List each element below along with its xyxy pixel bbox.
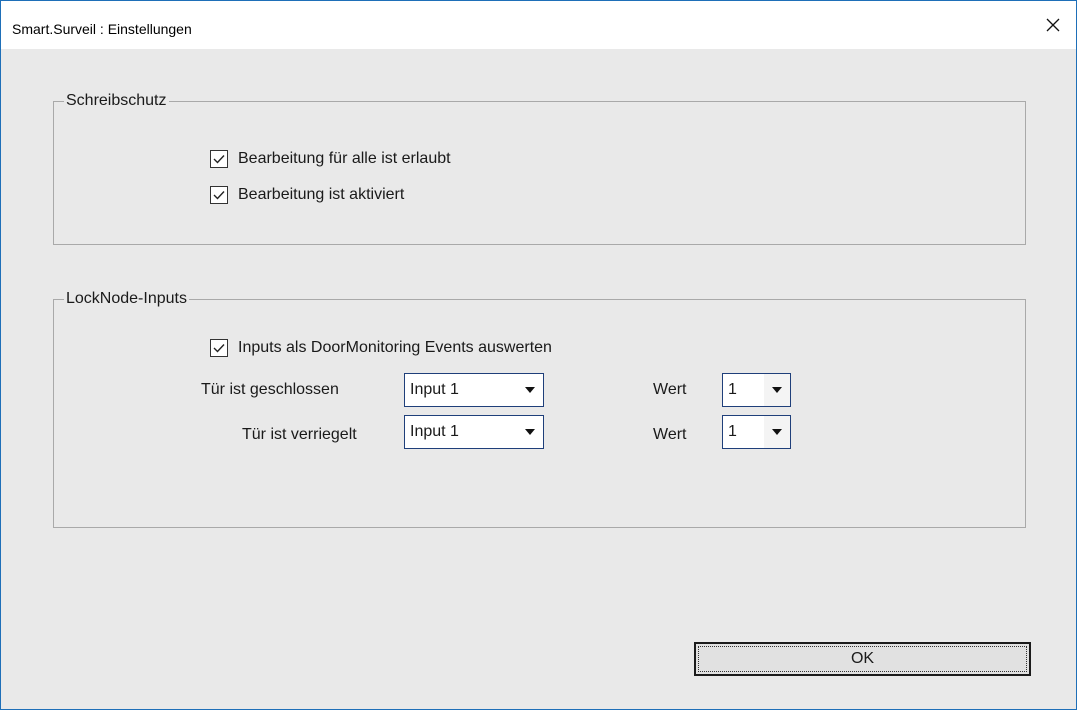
window-title: Smart.Surveil : Einstellungen <box>12 21 192 37</box>
door-closed-label: Tür ist geschlossen <box>201 381 339 398</box>
edit-activated-checkbox[interactable]: Bearbeitung ist aktiviert <box>210 186 404 204</box>
select-value: Input 1 <box>410 423 459 440</box>
door-locked-wert-label: Wert <box>653 426 687 443</box>
select-value: 1 <box>728 423 737 440</box>
check-icon <box>213 191 225 200</box>
check-icon <box>213 344 225 353</box>
dropdown-arrow-icon[interactable] <box>764 374 790 406</box>
ok-button-focus: OK <box>698 646 1027 672</box>
dialog-body: Schreibschutz Bearbeitung für alle ist e… <box>1 49 1076 709</box>
edit-for-all-label: Bearbeitung für alle ist erlaubt <box>238 150 451 167</box>
close-icon <box>1046 18 1060 32</box>
title-bar: Smart.Surveil : Einstellungen <box>1 1 1076 49</box>
door-locked-input-select[interactable]: Input 1 <box>404 415 544 449</box>
checkbox-box[interactable] <box>210 150 228 168</box>
locknode-group: LockNode-Inputs <box>53 290 1026 528</box>
door-closed-input-select[interactable]: Input 1 <box>404 373 544 407</box>
door-closed-wert-label: Wert <box>653 381 687 398</box>
ok-button-label: OK <box>850 650 875 667</box>
dropdown-arrow-icon[interactable] <box>517 416 543 448</box>
door-monitoring-label: Inputs als DoorMonitoring Events auswert… <box>238 339 552 356</box>
edit-for-all-checkbox[interactable]: Bearbeitung für alle ist erlaubt <box>210 150 451 168</box>
checkbox-box[interactable] <box>210 186 228 204</box>
schreibschutz-legend: Schreibschutz <box>64 92 169 110</box>
close-button[interactable] <box>1030 1 1076 49</box>
door-monitoring-checkbox[interactable]: Inputs als DoorMonitoring Events auswert… <box>210 339 552 357</box>
ok-button[interactable]: OK <box>694 642 1031 676</box>
edit-activated-label: Bearbeitung ist aktiviert <box>238 186 405 203</box>
door-closed-wert-select[interactable]: 1 <box>722 373 791 407</box>
dropdown-arrow-icon[interactable] <box>764 416 790 448</box>
dropdown-arrow-icon[interactable] <box>517 374 543 406</box>
check-icon <box>213 155 225 164</box>
door-locked-label: Tür ist verriegelt <box>242 426 357 443</box>
settings-dialog: Smart.Surveil : Einstellungen Schreibsch… <box>0 0 1077 710</box>
door-locked-wert-select[interactable]: 1 <box>722 415 791 449</box>
select-value: Input 1 <box>410 381 459 398</box>
select-value: 1 <box>728 381 737 398</box>
locknode-legend: LockNode-Inputs <box>64 290 189 308</box>
checkbox-box[interactable] <box>210 339 228 357</box>
schreibschutz-group: Schreibschutz <box>53 92 1026 245</box>
